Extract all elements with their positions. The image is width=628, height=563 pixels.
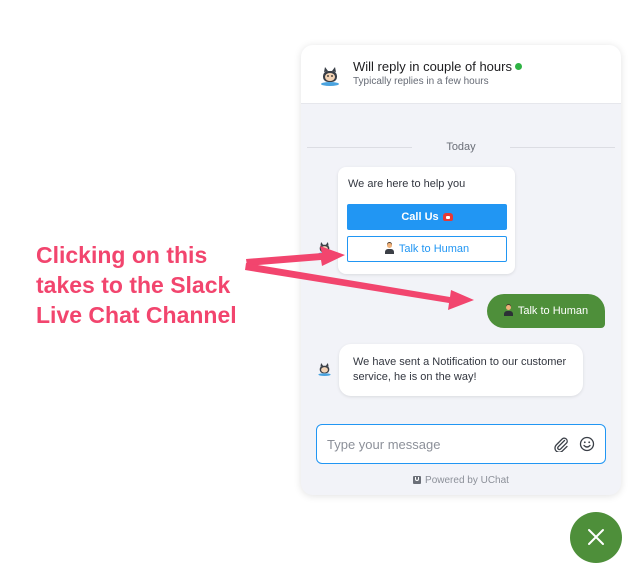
annotation-text: Clicking on this takes to the Slack Live… [36,240,266,330]
arrow-to-user-message [245,263,474,310]
close-chat-button[interactable] [570,512,622,563]
annotation-line: Clicking on this [36,242,208,268]
close-icon [588,529,604,545]
annotation-line: Live Chat Channel [36,302,237,328]
annotation-line: takes to the Slack [36,272,231,298]
